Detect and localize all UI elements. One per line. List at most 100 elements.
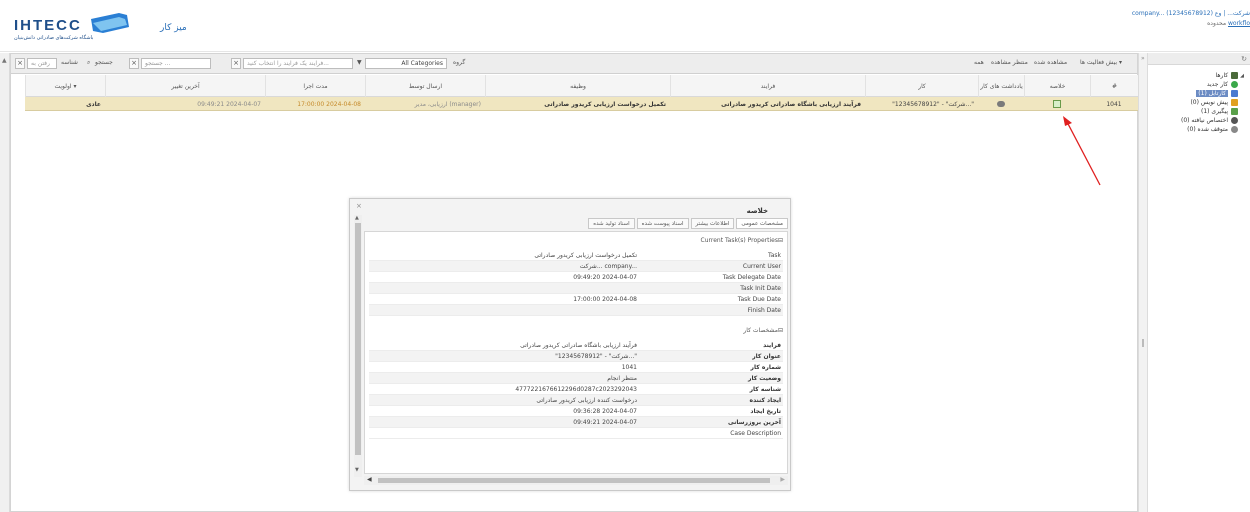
col-due[interactable]: مدت اجرا	[265, 75, 365, 97]
col-task[interactable]: کار	[865, 75, 978, 97]
dialog-vertical-scrollbar[interactable]: ▲ ▼	[354, 215, 362, 477]
search-icon[interactable]: ⌕	[87, 59, 90, 67]
section-case-properties-title[interactable]: مشخصات کار⊟	[743, 327, 783, 334]
tab-attached-docs[interactable]: اسناد پیوست شده	[636, 218, 689, 229]
collapse-icon[interactable]: ⊟	[778, 237, 783, 244]
prop-value: 09:49:20 2024-04-07	[573, 274, 637, 281]
prop-label: Case Description	[730, 430, 781, 437]
collapse-icon[interactable]: ⊟	[778, 327, 783, 334]
tree-panel-header: ↻	[1148, 53, 1250, 65]
prop-value: 09:36:28 2024-04-07	[573, 408, 637, 415]
logo-flag-icon	[91, 13, 129, 33]
inbox-icon	[1231, 90, 1238, 97]
cell-task: "12345678912" - "شرکت..."	[892, 100, 974, 108]
right-collapse-gutter[interactable]: »	[1138, 53, 1148, 512]
tree-item-draft[interactable]: پیش نویس (0)	[1150, 98, 1238, 107]
logo-subtitle: باشگاه شرکت‌های صادراتی دانش‌بنیان	[14, 35, 94, 41]
clear-search-button[interactable]: ×	[129, 58, 139, 69]
cell-process: فرآیند ارزیابی باشگاه صادراتی کریدور صاد…	[721, 100, 861, 108]
col-summary[interactable]: خلاصه	[1024, 75, 1090, 97]
clear-id-button[interactable]: ×	[15, 58, 25, 69]
expand-icon[interactable]: ◢	[1240, 73, 1244, 79]
close-icon[interactable]: ×	[356, 202, 362, 210]
workspace-link[interactable]: workflo	[1228, 20, 1250, 27]
view-all-filter[interactable]: همه	[974, 59, 984, 66]
scroll-up-icon[interactable]: ▲	[2, 57, 7, 64]
prop-label: Current User	[742, 263, 781, 270]
dialog-title: خلاصه	[746, 207, 768, 215]
view-read-filter[interactable]: مشاهده شده	[1034, 59, 1067, 66]
clear-process-button[interactable]: ×	[231, 58, 241, 69]
table-row[interactable]: عادی 09:49:21 2024-04-07 17:00:00 2024-0…	[25, 97, 1138, 111]
dialog-tabs: مشخصات عمومی اطلاعات بیشتر اسناد پیوست ش…	[586, 218, 788, 229]
tab-more-info[interactable]: اطلاعات بیشتر	[690, 218, 735, 229]
prop-row: ایجاد کننده درخواست کننده ارزیابی کریدور…	[369, 395, 783, 406]
summary-icon[interactable]	[1053, 100, 1061, 108]
new-case-icon	[1231, 81, 1238, 88]
process-select[interactable]: فرایند یک فرایند را انتخاب کنید...	[243, 58, 353, 69]
scroll-left-icon[interactable]: ◀	[367, 476, 372, 483]
scroll-right-icon[interactable]: ▶	[780, 476, 785, 483]
prop-value: شرکت... company...	[579, 263, 637, 270]
prop-label: Task Init Date	[740, 285, 781, 292]
splitter-handle[interactable]	[1142, 339, 1144, 347]
prop-row: Task Delegate Date 09:49:20 2024-04-07	[369, 272, 783, 283]
prop-label: Task Delegate Date	[722, 274, 781, 281]
home-link[interactable]: میز کار	[160, 23, 187, 33]
col-process[interactable]: فرایند	[670, 75, 865, 97]
col-number[interactable]: #	[1090, 75, 1138, 97]
tree-item-participated[interactable]: پیگیری (1)	[1150, 107, 1238, 116]
category-select[interactable]: All Categories	[365, 58, 447, 69]
prop-value: منتظر انجام	[607, 375, 637, 382]
col-step[interactable]: وظیفه	[485, 75, 670, 97]
tree-root[interactable]: ◢ کارها	[1150, 71, 1244, 80]
prop-label: عنوان کار	[752, 353, 781, 360]
cell-priority: عادی	[86, 100, 101, 108]
notes-cell[interactable]	[978, 97, 1024, 111]
prop-row: Task Init Date	[369, 283, 783, 294]
unassigned-icon	[1231, 117, 1238, 124]
tab-generated-docs[interactable]: اسناد تولید شده	[588, 218, 635, 229]
col-priority[interactable]: اولویت ▾	[25, 75, 105, 97]
col-sent-by[interactable]: ارسال توسط	[365, 75, 485, 97]
prop-label: تاریخ ایجاد	[750, 408, 781, 415]
scroll-thumb[interactable]	[378, 478, 770, 483]
tree-item-inbox[interactable]: کارتابل (1)	[1150, 89, 1238, 98]
summary-dialog: × خلاصه مشخصات عمومی اطلاعات بیشتر اسناد…	[349, 198, 791, 491]
col-notes[interactable]: یادداشت های کار	[978, 75, 1024, 97]
tree-root-label: کارها	[1215, 72, 1229, 79]
summary-cell[interactable]	[1024, 97, 1090, 111]
id-label: شناسه	[61, 59, 78, 66]
dialog-horizontal-scrollbar[interactable]: ◀ ▶	[364, 476, 788, 485]
prop-row: Current User شرکت... company...	[369, 261, 783, 272]
left-collapse-gutter[interactable]: ▲	[0, 53, 10, 512]
notes-icon[interactable]	[997, 101, 1005, 107]
logo-text: IHTECC	[14, 17, 82, 34]
cell-number: 1041	[1106, 100, 1122, 108]
tree-item-unassigned[interactable]: اختصاص نیافته (0)	[1150, 116, 1238, 125]
process-dropdown-icon[interactable]: ▼	[357, 59, 362, 66]
prop-label: فرایند	[763, 342, 781, 349]
cell-due: 17:00:00 2024-04-08	[297, 100, 361, 108]
scroll-down-icon[interactable]: ▼	[355, 467, 359, 473]
ihtecc-logo[interactable]: IHTECC باشگاه شرکت‌های صادراتی دانش‌بنیا…	[14, 13, 129, 43]
prop-label: Task	[768, 252, 781, 259]
tab-general[interactable]: مشخصات عمومی	[736, 218, 788, 229]
section-current-task-title[interactable]: Current Task(s) Properties⊟	[701, 237, 783, 244]
tree-item-new-case[interactable]: کار جدید	[1150, 80, 1238, 89]
id-input[interactable]: رفتن به	[27, 58, 57, 69]
search-input[interactable]: جستجو ...	[141, 58, 211, 69]
dialog-body: Current Task(s) Properties⊟ Task تکمیل د…	[364, 231, 788, 474]
prop-row: Case Description	[369, 428, 783, 439]
view-pending-filter[interactable]: منتظر مشاهده	[991, 59, 1028, 66]
scroll-thumb[interactable]	[355, 223, 361, 455]
col-last-modified[interactable]: آخرین تغییر	[105, 75, 265, 97]
actions-menu[interactable]: بیش فعالیت ها ▾	[1080, 59, 1122, 66]
refresh-icon[interactable]: ↻	[1241, 55, 1247, 63]
scroll-up-icon[interactable]: ▲	[355, 215, 359, 221]
pause-icon	[1231, 126, 1238, 133]
tree-item-paused[interactable]: متوقف شده (0)	[1150, 125, 1238, 134]
collapse-arrow-icon[interactable]: »	[1141, 55, 1145, 62]
user-name[interactable]: company... (12345678912) شرکت... | وع	[1132, 9, 1250, 19]
prop-label: ایجاد کننده	[749, 397, 781, 404]
